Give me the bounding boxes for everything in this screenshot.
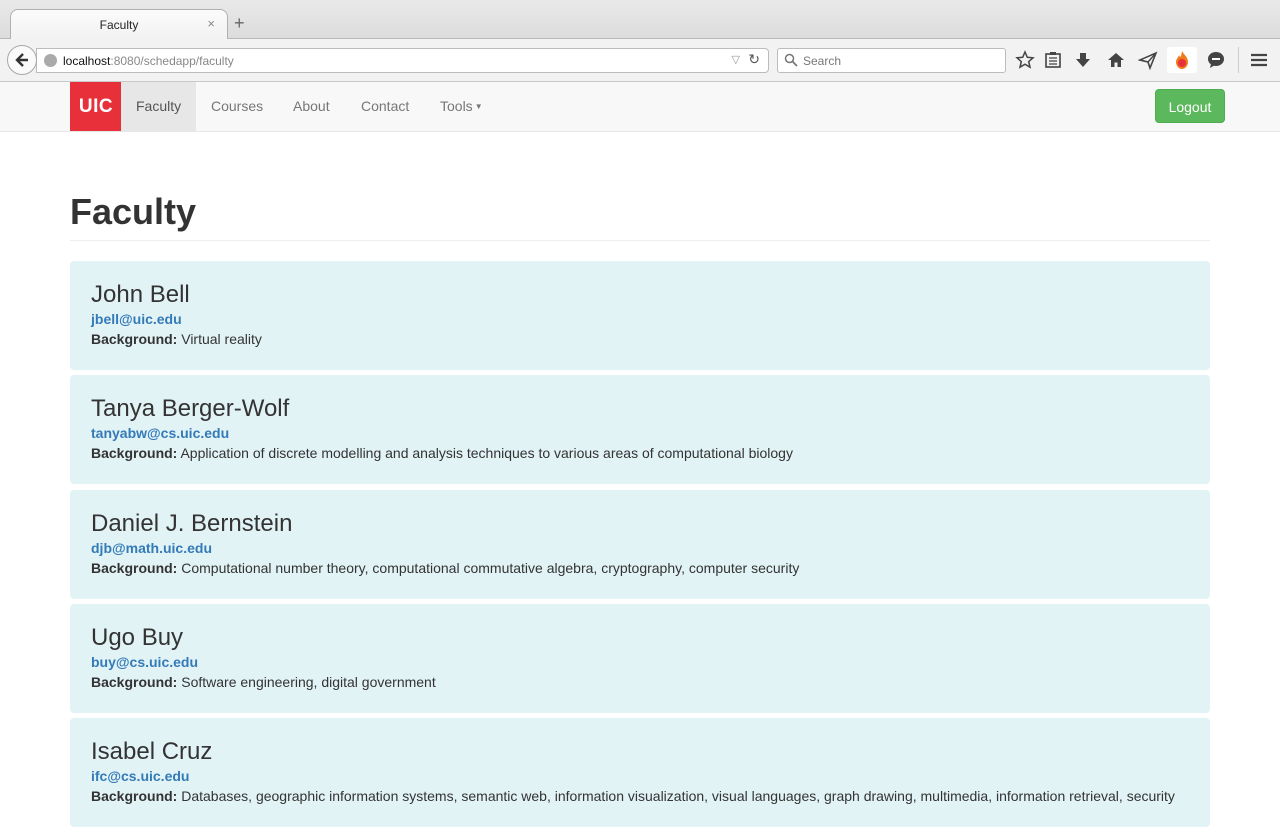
background-text: Databases, geographic information system… — [181, 788, 1175, 804]
faculty-name: John Bell — [91, 281, 190, 308]
chat-icon[interactable] — [1206, 50, 1226, 70]
bookmark-star-icon[interactable] — [1015, 50, 1035, 70]
back-arrow-icon — [15, 53, 28, 67]
background-label: Background: — [91, 674, 178, 690]
title-divider — [70, 240, 1210, 241]
faculty-email-link[interactable]: ifc@cs.uic.edu — [91, 768, 189, 784]
globe-icon — [44, 54, 57, 67]
nav-tools-label: Tools — [440, 98, 473, 114]
tab-close-icon[interactable]: × — [207, 16, 215, 31]
background-text: Application of discrete modelling and an… — [180, 445, 793, 461]
background-text: Software engineering, digital government — [181, 674, 436, 690]
search-input[interactable]: Search — [777, 48, 1006, 73]
faculty-email-link[interactable]: jbell@uic.edu — [91, 311, 182, 327]
faculty-background: Background: Computational number theory,… — [91, 560, 799, 576]
faculty-background: Background: Databases, geographic inform… — [91, 788, 1175, 804]
browser-tab-bar: Faculty × + — [0, 0, 1280, 39]
bookmarks-icon[interactable] — [1043, 50, 1063, 70]
reload-icon[interactable]: ↻ — [748, 51, 760, 68]
faculty-card: John Bell jbell@uic.edu Background: Virt… — [70, 261, 1210, 370]
search-icon — [784, 53, 798, 67]
faculty-background: Background: Application of discrete mode… — [91, 445, 793, 461]
faculty-name: Ugo Buy — [91, 624, 184, 651]
faculty-name: Isabel Cruz — [91, 738, 213, 765]
logout-button[interactable]: Logout — [1155, 89, 1225, 123]
url-host: localhost — [63, 54, 111, 68]
nav-contact[interactable]: Contact — [346, 82, 424, 131]
home-icon[interactable] — [1106, 50, 1126, 70]
faculty-card: Tanya Berger-Wolf tanyabw@cs.uic.edu Bac… — [70, 375, 1210, 484]
search-placeholder: Search — [803, 54, 842, 68]
back-button[interactable] — [7, 45, 37, 75]
faculty-background: Background: Virtual reality — [91, 331, 262, 347]
extension-button[interactable] — [1167, 47, 1197, 73]
tab-title: Faculty — [99, 18, 139, 32]
browser-toolbar: localhost:8080/schedapp/faculty ▽ ↻ Sear… — [0, 39, 1280, 82]
url-dropdown-icon[interactable]: ▽ — [732, 53, 740, 66]
share-icon[interactable] — [1138, 50, 1158, 70]
browser-tab[interactable]: Faculty × — [10, 9, 228, 39]
faculty-email-link[interactable]: djb@math.uic.edu — [91, 540, 212, 556]
page-title: Faculty — [70, 191, 197, 232]
url-text: localhost:8080/schedapp/faculty — [63, 54, 234, 68]
faculty-name: Tanya Berger-Wolf — [91, 395, 290, 422]
faculty-card: Ugo Buy buy@cs.uic.edu Background: Softw… — [70, 604, 1210, 713]
nav-courses[interactable]: Courses — [196, 82, 278, 131]
background-label: Background: — [91, 560, 178, 576]
faculty-email-link[interactable]: tanyabw@cs.uic.edu — [91, 425, 229, 441]
faculty-email-link[interactable]: buy@cs.uic.edu — [91, 654, 198, 670]
faculty-card: Daniel J. Bernstein djb@math.uic.edu Bac… — [70, 490, 1210, 599]
toolbar-separator — [1238, 47, 1239, 73]
background-text: Computational number theory, computation… — [181, 560, 800, 576]
new-tab-icon[interactable]: + — [234, 14, 245, 32]
nav-faculty[interactable]: Faculty — [121, 82, 197, 131]
caret-down-icon: ▼ — [474, 102, 483, 111]
address-bar[interactable]: localhost:8080/schedapp/faculty ▽ ↻ — [36, 48, 769, 73]
background-label: Background: — [91, 788, 178, 804]
faculty-name: Daniel J. Bernstein — [91, 510, 293, 537]
nav-tools-dropdown[interactable]: Tools ▼ — [425, 82, 498, 131]
faculty-background: Background: Software engineering, digita… — [91, 674, 436, 690]
nav-about[interactable]: About — [278, 82, 345, 131]
brand-logo[interactable]: UIC — [70, 82, 122, 131]
faculty-card: Isabel Cruz ifc@cs.uic.edu Background: D… — [70, 718, 1210, 827]
site-navbar: UIC Faculty Courses About Contact Tools ▼… — [0, 82, 1280, 132]
fire-icon — [1176, 51, 1188, 69]
background-label: Background: — [91, 445, 178, 461]
background-text: Virtual reality — [181, 331, 262, 347]
url-path: :8080/schedapp/faculty — [110, 54, 234, 68]
download-icon[interactable] — [1073, 50, 1093, 70]
menu-icon[interactable] — [1249, 50, 1269, 70]
background-label: Background: — [91, 331, 178, 347]
